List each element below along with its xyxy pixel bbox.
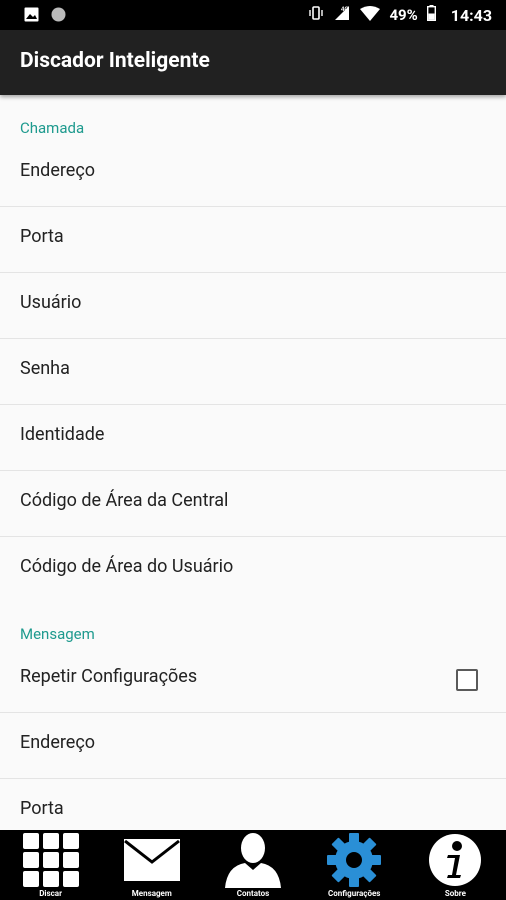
pref-codigo-area-usuario[interactable]: Código de Área do Usuário	[0, 536, 506, 602]
bottom-nav: Discar Mensagem Contatos Configurações S…	[0, 830, 506, 900]
nav-label: Contatos	[236, 889, 270, 898]
nav-label: Discar	[39, 889, 62, 898]
pref-label: Código de Área da Central	[20, 490, 229, 511]
battery-percent: 49%	[389, 6, 418, 24]
category-mensagem: Mensagem	[20, 625, 95, 643]
pref-senha[interactable]: Senha	[0, 338, 506, 405]
pref-porta-mensagem[interactable]: Porta	[0, 778, 506, 830]
app-bar: Discador Inteligente	[0, 30, 506, 95]
app-title: Discador Inteligente	[20, 49, 210, 73]
gear-icon	[326, 832, 382, 892]
nav-sobre[interactable]: Sobre	[405, 830, 506, 900]
pref-label: Usuário	[20, 292, 82, 313]
record-notification-icon	[51, 7, 66, 26]
person-icon	[223, 832, 283, 892]
pref-label: Porta	[20, 226, 64, 247]
nav-discar[interactable]: Discar	[0, 830, 101, 900]
pref-label: Porta	[20, 798, 64, 819]
pref-porta-chamada[interactable]: Porta	[0, 206, 506, 273]
nav-label: Sobre	[444, 889, 466, 898]
vibrate-icon	[308, 5, 324, 25]
pref-label: Endereço	[20, 732, 96, 753]
settings-list[interactable]: Chamada Endereço Porta Usuário Senha Ide…	[0, 95, 506, 830]
pref-identidade[interactable]: Identidade	[0, 404, 506, 471]
svg-text:4G: 4G	[341, 7, 349, 13]
pref-label: Repetir Configurações	[20, 666, 198, 687]
clock: 14:43	[450, 5, 492, 25]
pref-codigo-area-central[interactable]: Código de Área da Central	[0, 470, 506, 537]
envelope-icon	[123, 838, 181, 886]
pref-label: Código de Área do Usuário	[20, 556, 234, 577]
info-icon	[428, 833, 482, 891]
pref-endereco-mensagem[interactable]: Endereço	[0, 712, 506, 779]
pref-label: Identidade	[20, 424, 105, 445]
repetir-checkbox[interactable]	[456, 669, 478, 691]
pref-label: Endereço	[20, 160, 96, 181]
pref-repetir-configuracoes[interactable]: Repetir Configurações	[0, 646, 506, 713]
wifi-icon	[360, 5, 381, 25]
pref-endereco-chamada[interactable]: Endereço	[0, 140, 506, 207]
image-notification-icon	[24, 7, 39, 26]
pref-usuario[interactable]: Usuário	[0, 272, 506, 339]
battery-icon	[426, 5, 436, 25]
nav-configuracoes[interactable]: Configurações	[304, 830, 405, 900]
nav-contatos[interactable]: Contatos	[202, 830, 303, 900]
dialpad-icon	[22, 833, 79, 891]
nav-label: Configurações	[328, 889, 381, 898]
nav-mensagem[interactable]: Mensagem	[101, 830, 202, 900]
pref-label: Senha	[20, 358, 70, 379]
nav-label: Mensagem	[131, 889, 172, 898]
category-chamada: Chamada	[20, 119, 85, 137]
status-bar: 4G 49% 14:43	[0, 0, 506, 30]
cellular-signal-icon: 4G	[333, 5, 351, 25]
